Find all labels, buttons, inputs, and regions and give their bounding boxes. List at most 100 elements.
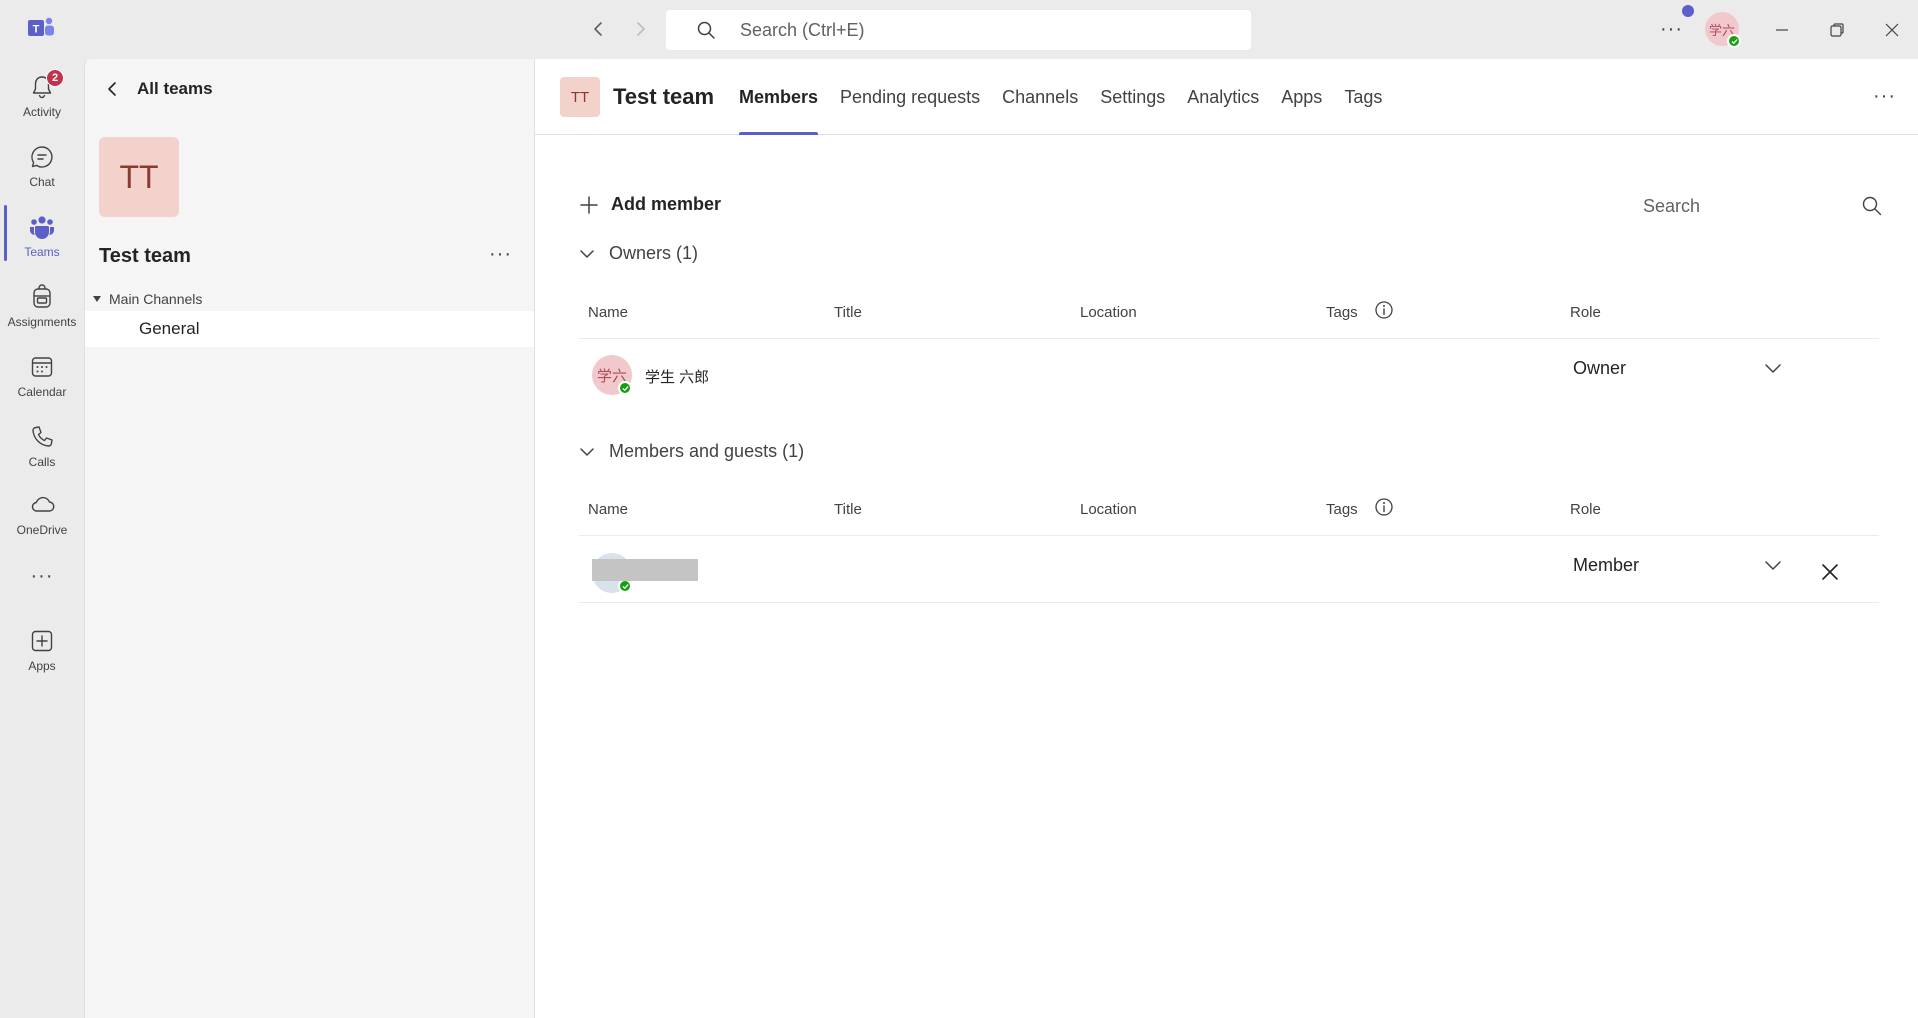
- rail-item-calls[interactable]: Calls: [0, 415, 84, 481]
- column-header-location: Location: [1080, 501, 1137, 518]
- main-channels-toggle[interactable]: Main Channels: [93, 291, 202, 307]
- rail-label: Chat: [29, 175, 55, 189]
- settings-more-button[interactable]: ···: [1660, 18, 1683, 41]
- column-header-role: Role: [1570, 304, 1601, 321]
- avatar[interactable]: 学六: [592, 355, 632, 395]
- app-rail: 2 Activity Chat Teams Assignments Calend…: [0, 59, 84, 1018]
- tab-tags[interactable]: Tags: [1333, 59, 1393, 135]
- rail-item-chat[interactable]: Chat: [0, 135, 84, 201]
- info-icon[interactable]: [1374, 497, 1394, 517]
- phone-icon: [32, 426, 53, 447]
- column-header-title: Title: [834, 304, 862, 321]
- team-tabs: Members Pending requests Channels Settin…: [728, 59, 1393, 135]
- plus-icon: [580, 195, 598, 214]
- user-avatar[interactable]: 学六: [1705, 12, 1741, 48]
- all-teams-label: All teams: [137, 79, 213, 98]
- search-icon[interactable]: [1861, 195, 1883, 217]
- rail-item-activity[interactable]: 2 Activity: [0, 65, 84, 131]
- rail-more-button[interactable]: ···: [0, 559, 84, 595]
- members-guests-section-toggle[interactable]: Members and guests (1): [579, 441, 804, 462]
- activity-badge: 2: [46, 69, 64, 87]
- active-indicator: [4, 205, 7, 261]
- rail-label: OneDrive: [16, 523, 68, 537]
- tab-apps[interactable]: Apps: [1270, 59, 1333, 135]
- team-initials: TT: [570, 88, 590, 106]
- rail-item-assignments[interactable]: Assignments: [0, 275, 84, 341]
- caret-down-icon: [93, 296, 101, 302]
- info-icon[interactable]: [1374, 300, 1394, 320]
- tab-channels[interactable]: Channels: [991, 59, 1089, 135]
- calendar-icon: [31, 357, 53, 377]
- column-header-location: Location: [1080, 304, 1137, 321]
- svg-text:T: T: [33, 24, 40, 36]
- owners-heading: Owners (1): [609, 243, 699, 263]
- rail-label: Activity: [22, 105, 61, 119]
- owners-section-toggle[interactable]: Owners (1): [579, 243, 698, 264]
- role-dropdown[interactable]: Owner: [1573, 350, 1783, 386]
- more-icon: ···: [30, 565, 54, 587]
- rail-item-apps[interactable]: Apps: [0, 619, 84, 685]
- minimize-icon: [1776, 29, 1788, 31]
- chevron-down-icon: [1765, 561, 1781, 570]
- chevron-down-icon: [580, 249, 594, 258]
- close-window-button[interactable]: [1878, 16, 1906, 44]
- page-title: Test team: [613, 84, 715, 109]
- add-member-label: Add member: [611, 194, 722, 214]
- restore-button[interactable]: [1823, 16, 1851, 44]
- rail-item-calendar[interactable]: Calendar: [0, 345, 84, 411]
- back-arrow-icon[interactable]: [588, 18, 610, 40]
- global-search-input[interactable]: [740, 18, 1220, 42]
- teams-icon: [30, 216, 54, 239]
- role-dropdown[interactable]: Member: [1573, 547, 1783, 583]
- divider: [579, 535, 1879, 536]
- team-pane: All teams TT Test team ··· Main Channels…: [84, 59, 535, 1018]
- tab-pending-requests[interactable]: Pending requests: [829, 59, 991, 135]
- column-header-name: Name: [588, 304, 629, 321]
- forward-arrow-icon[interactable]: [629, 18, 651, 40]
- all-teams-link[interactable]: All teams: [105, 79, 213, 99]
- team-more-options-button[interactable]: ···: [489, 243, 512, 266]
- chevron-left-icon: [108, 82, 116, 96]
- close-icon: [1822, 564, 1838, 580]
- team-avatar-large: TT: [99, 137, 179, 217]
- add-member-button[interactable]: Add member: [579, 194, 721, 215]
- divider: [579, 602, 1879, 603]
- minimize-button[interactable]: [1768, 16, 1796, 44]
- search-icon: [697, 21, 715, 39]
- remove-member-button[interactable]: [1817, 559, 1843, 585]
- global-search[interactable]: [666, 10, 1251, 50]
- presence-available-icon: [618, 579, 632, 593]
- close-icon: [1885, 23, 1899, 37]
- column-header-tags: Tags: [1326, 304, 1358, 321]
- column-header-title: Title: [834, 501, 862, 518]
- rail-item-teams[interactable]: Teams: [0, 205, 84, 271]
- presence-available-icon: [1727, 34, 1741, 48]
- chevron-down-icon: [580, 447, 594, 456]
- teams-logo-icon[interactable]: T: [28, 16, 56, 40]
- role-value: Member: [1573, 554, 1640, 575]
- column-header-role: Role: [1570, 501, 1601, 518]
- member-search-input[interactable]: [1643, 196, 1843, 217]
- member-search[interactable]: [1643, 189, 1889, 225]
- column-header-tags: Tags: [1326, 501, 1358, 518]
- member-name[interactable]: 学生 六郎: [645, 366, 709, 387]
- tab-analytics[interactable]: Analytics: [1176, 59, 1270, 135]
- backpack-icon: [33, 284, 51, 308]
- notification-dot: [1682, 5, 1694, 17]
- channel-item-general[interactable]: General: [85, 311, 535, 347]
- tab-settings[interactable]: Settings: [1089, 59, 1176, 135]
- members-guests-heading: Members and guests (1): [609, 441, 805, 461]
- role-value: Owner: [1573, 357, 1627, 378]
- rail-item-onedrive[interactable]: OneDrive: [0, 483, 84, 549]
- cloud-icon: [31, 496, 55, 512]
- team-avatar-small: TT: [560, 77, 600, 117]
- main-channels-label: Main Channels: [109, 291, 203, 307]
- rail-label: Assignments: [7, 315, 77, 329]
- header-more-options-button[interactable]: ···: [1873, 85, 1896, 108]
- main-content: TT Test team Members Pending requests Ch…: [534, 59, 1918, 1018]
- divider: [579, 338, 1879, 339]
- tab-members[interactable]: Members: [728, 59, 829, 135]
- title-bar: T ··· 学六: [0, 0, 1918, 59]
- column-header-name: Name: [588, 501, 629, 518]
- rail-label: Teams: [24, 245, 60, 259]
